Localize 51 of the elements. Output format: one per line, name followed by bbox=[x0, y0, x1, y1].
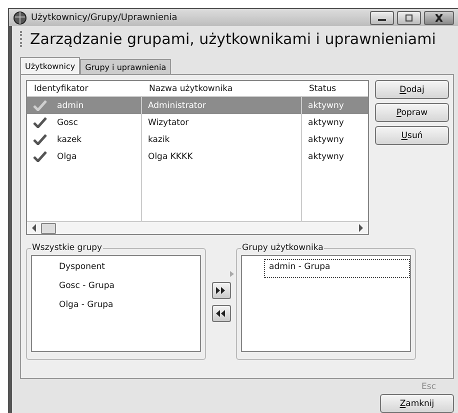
tab[interactable]: Użytkownicy bbox=[20, 57, 80, 74]
table-cell-text: aktywny bbox=[307, 100, 345, 112]
double-right-icon bbox=[216, 286, 226, 294]
header-title: Zarządzanie grupami, użytkownikami i uprawnieniami bbox=[30, 30, 436, 48]
action-button[interactable]: Dodaj bbox=[375, 80, 449, 99]
checkmark-icon bbox=[33, 117, 47, 128]
add-all-button[interactable] bbox=[212, 282, 230, 298]
table-cell: kazik bbox=[142, 131, 302, 148]
horizontal-scrollbar[interactable] bbox=[27, 221, 368, 234]
maximize-button[interactable] bbox=[397, 10, 421, 24]
shortcut-hint: Esc bbox=[422, 382, 436, 392]
table-cell-text: aktywny bbox=[307, 134, 345, 146]
scroll-thumb[interactable] bbox=[41, 222, 56, 234]
close-icon bbox=[434, 14, 444, 22]
checkmark-icon bbox=[33, 134, 47, 145]
table-cell: kazek bbox=[57, 134, 82, 144]
table-row[interactable]: Olga Olga KKKK aktywny bbox=[27, 148, 368, 165]
table-cell: Administrator bbox=[142, 97, 302, 114]
list-item[interactable]: Gosc - Grupa bbox=[54, 278, 200, 297]
scroll-left-icon[interactable] bbox=[31, 224, 37, 232]
action-button[interactable]: Usuń bbox=[375, 126, 449, 145]
list-item[interactable]: Olga - Grupa bbox=[54, 297, 200, 316]
minimize-button[interactable] bbox=[370, 10, 394, 24]
maximize-icon bbox=[404, 14, 414, 22]
table-cell: Gosc bbox=[57, 118, 78, 128]
action-button[interactable]: Popraw bbox=[375, 103, 449, 122]
list-item[interactable]: admin - Grupa bbox=[264, 259, 410, 278]
tab[interactable]: Grupy i uprawnienia bbox=[80, 59, 172, 74]
scroll-right-icon[interactable] bbox=[358, 224, 364, 232]
row-pointer-icon bbox=[230, 271, 234, 277]
table-cell: Olga KKKK bbox=[142, 148, 302, 165]
table-row[interactable]: kazek kazik aktywny bbox=[27, 131, 368, 148]
group-box-title: Grupy użytkownika bbox=[241, 243, 324, 253]
table-cell: Wizytator bbox=[142, 114, 302, 131]
column-header[interactable]: Status bbox=[302, 84, 368, 94]
close-dialog-button[interactable]: Zamknij bbox=[380, 394, 454, 413]
table-cell: admin bbox=[57, 100, 84, 110]
remove-all-button[interactable] bbox=[212, 304, 230, 322]
column-header[interactable]: Identyfikator bbox=[27, 84, 142, 94]
checkmark-icon bbox=[33, 100, 47, 111]
window-title: Użytkownicy/Grupy/Uprawnienia bbox=[31, 12, 178, 22]
table-cell: Olga bbox=[57, 152, 77, 162]
group-box-title: Wszystkie grupy bbox=[31, 243, 104, 253]
checkmark-icon bbox=[33, 151, 47, 162]
table-row[interactable]: Gosc Wizytator aktywny bbox=[27, 114, 368, 131]
list-item[interactable]: Dysponent bbox=[54, 259, 200, 278]
table-cell-text: aktywny bbox=[307, 150, 345, 164]
table-cell-text: aktywny bbox=[307, 116, 345, 130]
column-header[interactable]: Nazwa użytkownika bbox=[142, 84, 302, 94]
close-button[interactable] bbox=[424, 10, 454, 24]
double-left-icon bbox=[216, 310, 226, 316]
